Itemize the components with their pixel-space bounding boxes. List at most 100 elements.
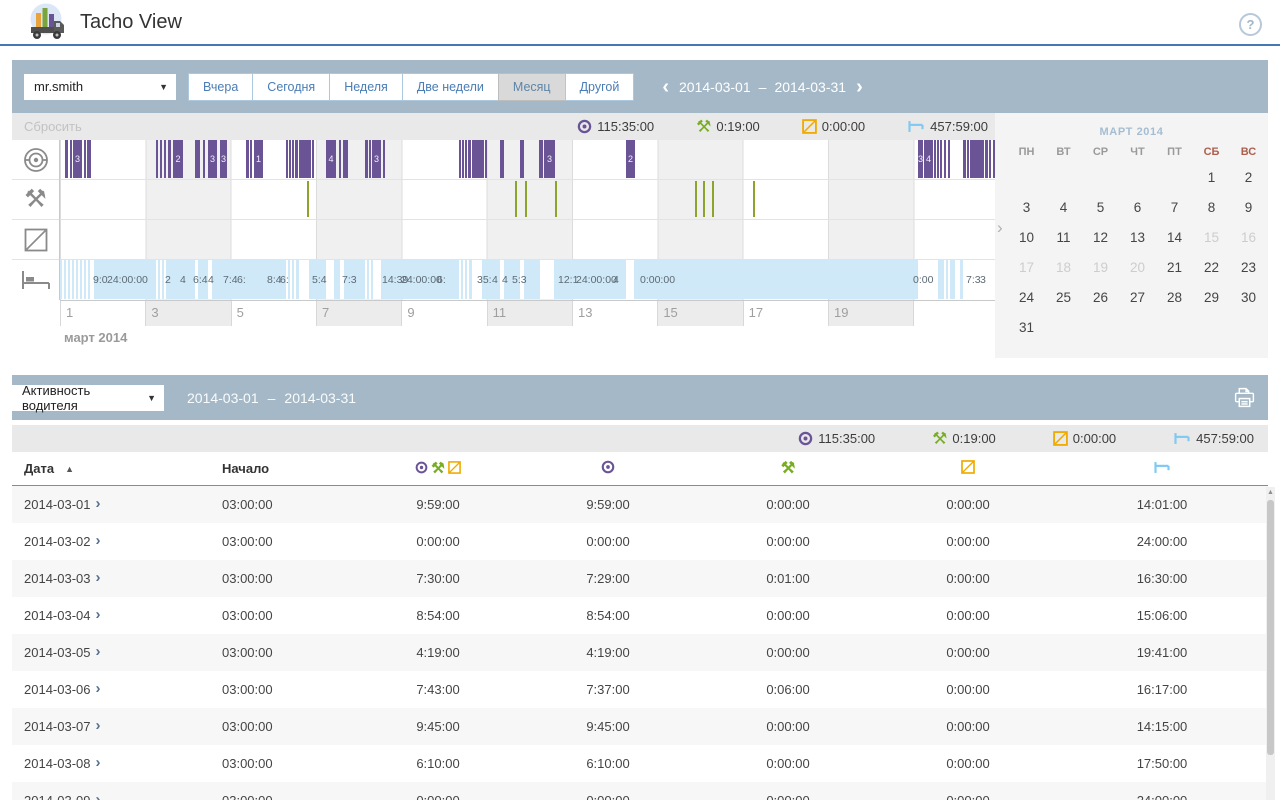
calendar-day[interactable]: 23 [1230,260,1267,275]
calendar-day[interactable]: 31 [1008,320,1045,335]
table-row[interactable]: 2014-03-01›03:00:009:59:009:59:000:00:00… [12,486,1268,523]
stat-availability: 0:00:00 [802,119,865,134]
table-scrollbar[interactable]: ▲ [1266,487,1275,800]
calendar-day[interactable]: 22 [1193,260,1230,275]
table-row[interactable]: 2014-03-07›03:00:009:45:009:45:000:00:00… [12,708,1268,745]
print-button[interactable] [1233,387,1256,408]
driving-bar [985,140,988,178]
driving-bar [485,140,487,178]
calendar-day[interactable]: 12 [1082,230,1119,245]
calendar-day[interactable]: 1 [1193,170,1230,185]
report-type-select[interactable]: Активность водителя ▼ [12,385,164,411]
weekday-label: ВТ [1045,146,1082,158]
calendar-day[interactable]: 30 [1230,290,1267,305]
chevron-right-icon[interactable]: › [96,681,101,696]
driver-select[interactable]: mr.smith ▼ [24,74,176,100]
range-button-3[interactable]: Неделя [329,73,403,101]
driving-bar [468,140,471,178]
driving-bar [343,140,348,178]
next-period-button[interactable]: › [854,77,865,97]
range-button-4[interactable]: Две недели [402,73,499,101]
table-row[interactable]: 2014-03-03›03:00:007:30:007:29:000:01:00… [12,560,1268,597]
scrollbar-up-arrow[interactable]: ▲ [1266,487,1275,498]
table-row[interactable]: 2014-03-02›03:00:000:00:000:00:000:00:00… [12,523,1268,560]
calendar-day[interactable]: 3 [1008,200,1045,215]
calendar-day[interactable]: 2 [1230,170,1267,185]
axis-tick-label: 9 [407,305,414,320]
calendar-day[interactable]: 8 [1193,200,1230,215]
timeline-stats: 115:35:00⚒0:19:000:00:00457:59:00 [577,113,995,140]
driving-bar [295,140,298,178]
reset-button[interactable]: Сбросить [24,113,82,140]
calendar-day[interactable]: 28 [1156,290,1193,305]
calendar-day[interactable]: 26 [1082,290,1119,305]
calendar-day[interactable]: 14 [1156,230,1193,245]
calendar-day[interactable]: 10 [1008,230,1045,245]
calendar-day[interactable]: 17 [1008,260,1045,275]
prev-period-button[interactable]: ‹ [660,77,671,97]
calendar-day[interactable]: 13 [1119,230,1156,245]
calendar-day[interactable]: 20 [1119,260,1156,275]
column-header-date[interactable]: Дата ▲ [12,461,198,476]
axis-band: 15 [657,301,742,326]
chevron-right-icon[interactable]: › [96,718,101,733]
work-bar [515,181,517,217]
column-header-work[interactable]: ⚒ [698,460,878,477]
column-header-start[interactable]: Начало [198,461,358,476]
calendar-day[interactable]: 21 [1156,260,1193,275]
calendar-day[interactable]: 29 [1193,290,1230,305]
calendar-day[interactable]: 5 [1082,200,1119,215]
calendar-day[interactable]: 11 [1045,230,1082,245]
scrollbar-thumb[interactable] [1267,500,1274,755]
calendar-day[interactable]: 15 [1193,230,1230,245]
total-work-cell: 0:00:00 [358,793,518,800]
chevron-right-icon[interactable]: › [96,792,101,800]
availability-cell: 0:00:00 [878,793,1058,800]
calendar-day[interactable]: 16 [1230,230,1267,245]
calendar-day[interactable]: 25 [1045,290,1082,305]
rest-duration-label: 0:00 [913,260,933,299]
calendar-day[interactable]: 6 [1119,200,1156,215]
axis-band: 13 [572,301,657,326]
table-row[interactable]: 2014-03-08›03:00:006:10:006:10:000:00:00… [12,745,1268,782]
table-row[interactable]: 2014-03-06›03:00:007:43:007:37:000:06:00… [12,671,1268,708]
calendar-day[interactable]: 4 [1045,200,1082,215]
driving-cell: 7:29:00 [518,571,698,586]
weekday-label: ВС [1230,146,1267,158]
chevron-right-icon[interactable]: › [96,570,101,585]
chevron-right-icon[interactable]: › [96,607,101,622]
calendar-collapse-chevron[interactable]: › [997,218,1003,238]
range-button-1[interactable]: Вчера [188,73,253,101]
calendar-day[interactable]: 24 [1008,290,1045,305]
start-cell: 03:00:00 [198,608,358,623]
calendar-day[interactable]: 27 [1119,290,1156,305]
calendar-day[interactable]: 9 [1230,200,1267,215]
column-header-rest[interactable] [1058,460,1266,477]
rest-gap [948,260,950,299]
chevron-right-icon[interactable]: › [96,533,101,548]
rest-icon [907,120,925,133]
calendar-day[interactable]: 19 [1082,260,1119,275]
table-row[interactable]: 2014-03-04›03:00:008:54:008:54:000:00:00… [12,597,1268,634]
range-button-6[interactable]: Другой [565,73,635,101]
chevron-right-icon[interactable]: › [96,755,101,770]
axis-band: 7 [316,301,401,326]
column-header-driving[interactable] [518,460,698,477]
column-header-availability[interactable] [878,460,1058,477]
driving-bar [286,140,288,178]
chevron-right-icon[interactable]: › [96,644,101,659]
table-row[interactable]: 2014-03-05›03:00:004:19:004:19:000:00:00… [12,634,1268,671]
stat-value: 0:00:00 [822,119,865,134]
stat-value: 115:35:00 [818,431,875,446]
work-bar [703,181,705,217]
range-button-2[interactable]: Сегодня [252,73,330,101]
chevron-right-icon[interactable]: › [96,496,101,511]
table-row[interactable]: 2014-03-09›03:00:000:00:000:00:000:00:00… [12,782,1268,800]
column-header-total-work[interactable]: ⚒ [358,460,518,477]
help-button[interactable]: ? [1239,13,1262,36]
range-button-5[interactable]: Месяц [498,73,566,101]
rest-duration-label: 6: [437,260,446,299]
calendar-day[interactable]: 7 [1156,200,1193,215]
calendar-day[interactable]: 18 [1045,260,1082,275]
timeline-body: ⚒ 32331433234 [12,140,995,300]
